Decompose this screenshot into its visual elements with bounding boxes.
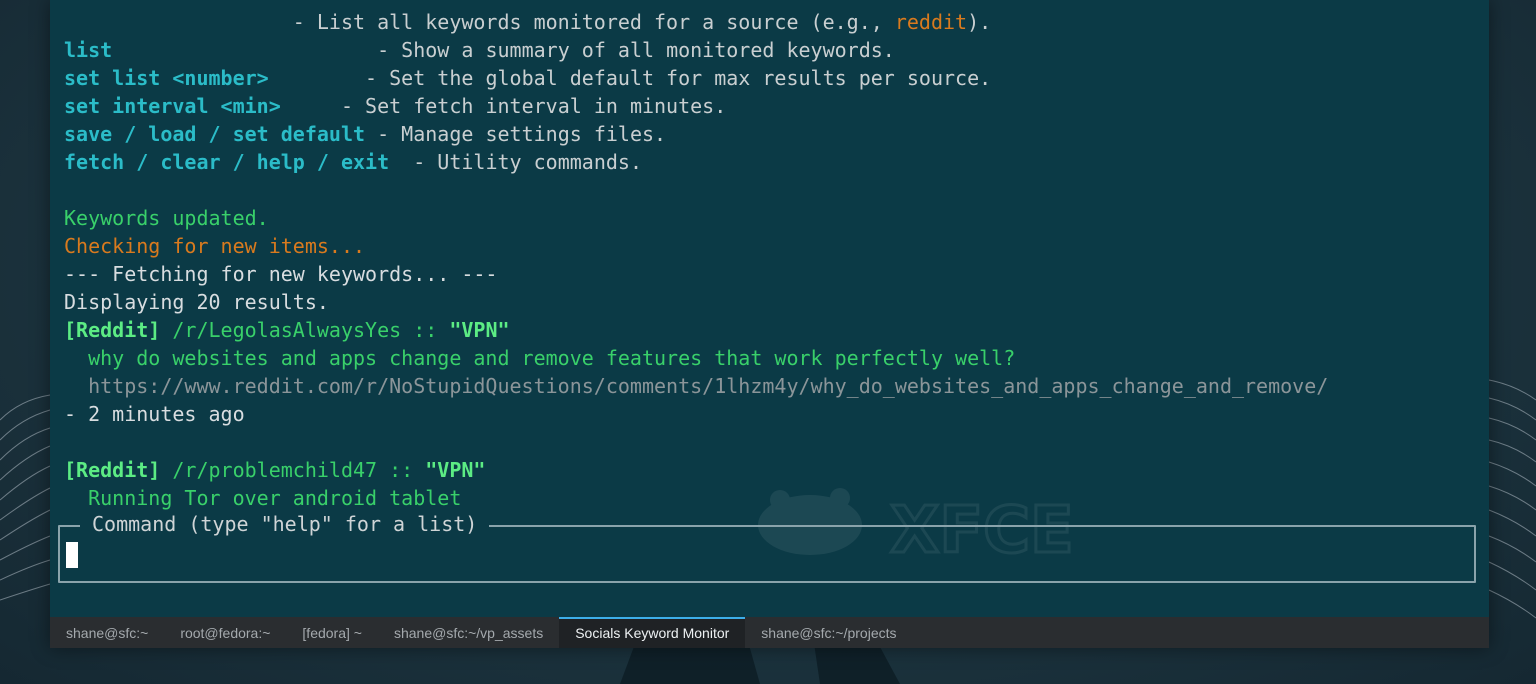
- output-segment: Displaying 20 results.: [64, 290, 329, 314]
- output-segment: https://www.reddit.com/r/NoStupidQuestio…: [64, 374, 1329, 398]
- output-segment: - 2 minutes ago: [64, 402, 245, 426]
- output-segment: set list <number>: [64, 66, 366, 90]
- output-segment: save / load / set default: [64, 122, 378, 146]
- output-segment: ).: [967, 10, 992, 34]
- output-line: save / load / set default - Manage setti…: [64, 120, 1474, 148]
- output-segment: [Reddit]: [64, 318, 173, 342]
- output-segment: Checking for new items...: [64, 234, 366, 258]
- command-box-title: Command (type "help" for a list): [80, 512, 490, 536]
- terminal-window: XFCE - List all keywords monitored for a…: [50, 0, 1489, 648]
- output-segment: - Show a summary of all monitored keywor…: [377, 38, 895, 62]
- output-line: fetch / clear / help / exit - Utility co…: [64, 148, 1474, 176]
- output-segment: /r/problemchild47: [172, 458, 378, 482]
- output-segment: set interval <min>: [64, 94, 341, 118]
- output-segment: why do websites and apps change and remo…: [64, 346, 1016, 370]
- output-line: Displaying 20 results.: [64, 288, 1474, 316]
- output-segment: "VPN": [449, 318, 510, 342]
- text-cursor: [66, 542, 78, 568]
- output-line: list - Show a summary of all monitored k…: [64, 36, 1474, 64]
- output-segment: - Set fetch interval in minutes.: [340, 94, 727, 118]
- output-segment: Keywords updated.: [64, 206, 269, 230]
- output-segment: - Utility commands.: [413, 150, 642, 174]
- output-line: - List all keywords monitored for a sour…: [64, 8, 1474, 36]
- output-segment: /r/LegolasAlwaysYes: [172, 318, 402, 342]
- output-segment: - List all keywords monitored for a sour…: [64, 10, 895, 34]
- terminal-tab[interactable]: shane@sfc:~: [50, 617, 164, 648]
- output-line: Checking for new items...: [64, 232, 1474, 260]
- output-segment: ::: [377, 458, 426, 482]
- output-line: [Reddit] /r/problemchild47 :: "VPN": [64, 456, 1474, 484]
- terminal-tab[interactable]: shane@sfc:~/vp_assets: [378, 617, 559, 648]
- terminal-tab[interactable]: shane@sfc:~/projects: [745, 617, 912, 648]
- terminal-output[interactable]: - List all keywords monitored for a sour…: [64, 8, 1474, 513]
- output-line: Keywords updated.: [64, 204, 1474, 232]
- output-line: set list <number> - Set the global defau…: [64, 64, 1474, 92]
- output-segment: --- Fetching for new keywords... ---: [64, 262, 498, 286]
- terminal-tab[interactable]: [fedora] ~: [286, 617, 378, 648]
- command-input-box[interactable]: Command (type "help" for a list): [58, 512, 1476, 583]
- output-segment: reddit: [894, 10, 968, 34]
- output-segment: [Reddit]: [64, 458, 173, 482]
- output-segment: - Manage settings files.: [377, 122, 667, 146]
- output-line: https://www.reddit.com/r/NoStupidQuestio…: [64, 372, 1474, 400]
- terminal-tab-bar: shane@sfc:~ root@fedora:~ [fedora] ~ shane@…: [50, 617, 1489, 648]
- output-segment: fetch / clear / help / exit: [64, 150, 414, 174]
- output-line: [Reddit] /r/LegolasAlwaysYes :: "VPN": [64, 316, 1474, 344]
- output-line: - 2 minutes ago: [64, 400, 1474, 428]
- output-line: set interval <min> - Set fetch interval …: [64, 92, 1474, 120]
- terminal-tab[interactable]: Socials Keyword Monitor: [559, 617, 746, 648]
- output-segment: Running Tor over android tablet: [64, 486, 462, 510]
- output-segment: ::: [401, 318, 450, 342]
- output-segment: list: [64, 38, 378, 62]
- output-line: why do websites and apps change and remo…: [64, 344, 1474, 372]
- output-line: --- Fetching for new keywords... ---: [64, 260, 1474, 288]
- output-segment: "VPN": [425, 458, 486, 482]
- terminal-tab[interactable]: root@fedora:~: [164, 617, 286, 648]
- output-segment: - Set the global default for max results…: [365, 66, 992, 90]
- output-line: Running Tor over android tablet: [64, 484, 1474, 512]
